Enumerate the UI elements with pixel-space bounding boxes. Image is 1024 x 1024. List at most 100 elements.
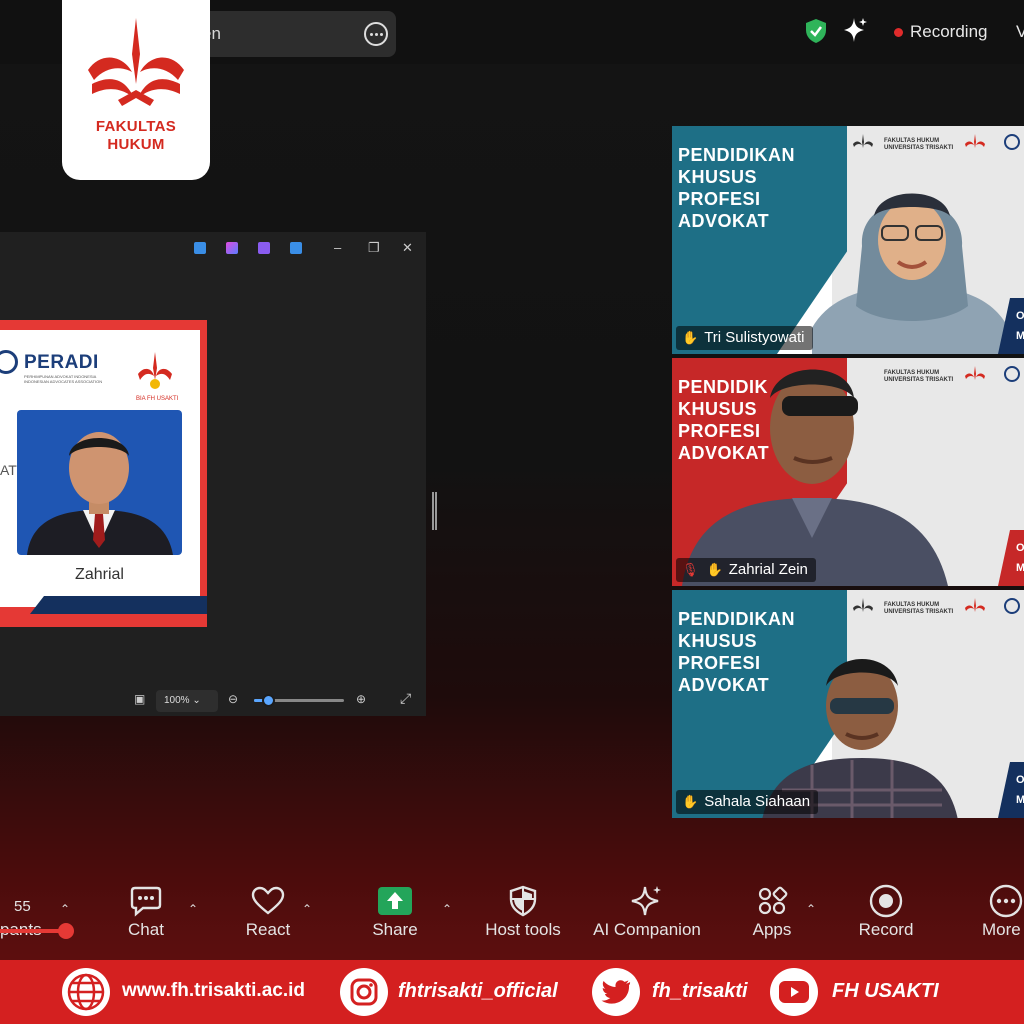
- recording-status[interactable]: Recording: [910, 22, 988, 42]
- more-label: More: [982, 920, 1021, 939]
- panel-resize-handle[interactable]: [432, 492, 437, 530]
- twitter-handle[interactable]: fh_trisakti: [652, 980, 748, 1003]
- presentation-slide: PERADI PERHIMPUNAN ADVOKAT INDONESIA IND…: [0, 320, 207, 627]
- chat-caret-icon[interactable]: ⌃: [188, 902, 198, 916]
- zoom-level-select[interactable]: 100% ⌄: [156, 690, 218, 712]
- ai-sparkle-icon[interactable]: [842, 16, 868, 44]
- app-icon-4[interactable]: [290, 242, 302, 254]
- speaker-portrait-icon: [27, 432, 173, 555]
- social-footer: www.fh.trisakti.ac.id fhtrisakti_officia…: [0, 960, 1024, 1024]
- participant-video-icon: [682, 369, 948, 586]
- fit-screen-icon[interactable]: ▣: [134, 692, 145, 706]
- peradi-globe-icon: [0, 350, 18, 374]
- peradi-globe-icon: [1004, 598, 1020, 614]
- share-label: Share: [372, 920, 418, 939]
- restore-icon[interactable]: ❐: [368, 240, 380, 256]
- host-tools-label: Host tools: [485, 920, 561, 939]
- host-tools-button[interactable]: Host tools: [478, 876, 568, 940]
- more-options-icon[interactable]: [364, 22, 388, 46]
- faculty-logo: FAKULTAS HUKUM: [62, 0, 210, 180]
- faculty-emblem-icon: [853, 598, 873, 612]
- participant-video-icon: [812, 193, 1012, 354]
- bia-emblem-icon: [965, 134, 985, 148]
- video-tile-sahala-siahaan[interactable]: PENDIDIKAN KHUSUS PROFESI ADVOKAT FAKULT…: [672, 590, 1024, 818]
- participants-progress-bar: [0, 929, 66, 933]
- pin-icon[interactable]: ✋: [682, 794, 698, 809]
- zoom-level-value: 100%: [164, 695, 190, 706]
- tile-header-text: FAKULTAS HUKUM UNIVERSITAS TRISAKTI: [884, 138, 954, 151]
- participants-progress-knob: [58, 923, 74, 939]
- shared-screen-window[interactable]: – ❐ ✕ PERADI PERHIMPUNAN ADVOKAT INDONES…: [0, 232, 426, 716]
- react-button[interactable]: React: [236, 876, 300, 940]
- heart-icon: [251, 886, 285, 915]
- apps-button[interactable]: Apps: [744, 876, 800, 940]
- zoom-out-icon[interactable]: ⊖: [228, 692, 238, 706]
- participants-caret-icon[interactable]: ⌃: [60, 902, 70, 916]
- youtube-icon[interactable]: [770, 968, 818, 1016]
- faculty-emblem-icon: [88, 18, 184, 106]
- peradi-globe-icon: [1004, 366, 1020, 382]
- record-label: Record: [858, 920, 914, 939]
- youtube-handle[interactable]: FH USAKTI: [832, 980, 939, 1003]
- logo-line-2: HUKUM: [107, 136, 165, 153]
- globe-icon[interactable]: [62, 968, 110, 1016]
- participant-name: Zahrial Zein: [728, 561, 808, 578]
- zoom-in-icon[interactable]: ⊕: [356, 692, 366, 706]
- tile-corner-text: O M: [1016, 774, 1024, 806]
- participant-name: Sahala Siahaan: [704, 793, 811, 810]
- pin-icon[interactable]: ✋: [707, 562, 723, 577]
- ai-companion-sparkle-icon: [631, 886, 661, 916]
- host-tools-shield-icon: [509, 885, 537, 917]
- apps-icon: [758, 886, 788, 915]
- app-icon-2[interactable]: [226, 242, 238, 254]
- share-screen-icon: [378, 887, 412, 915]
- faculty-emblem-icon: [853, 134, 873, 148]
- pin-icon[interactable]: ✋: [682, 330, 698, 345]
- tile-header-text: FAKULTAS HUKUM UNIVERSITAS TRISAKTI: [884, 602, 954, 615]
- app-icon-3[interactable]: [258, 242, 270, 254]
- react-caret-icon[interactable]: ⌃: [302, 902, 312, 916]
- more-icon: [989, 884, 1023, 918]
- speaker-photo: [17, 410, 182, 555]
- chat-icon: [130, 886, 162, 917]
- tile-corner-text: O M: [1016, 310, 1024, 342]
- peradi-globe-icon: [1004, 134, 1020, 150]
- apps-caret-icon[interactable]: ⌃: [806, 902, 816, 916]
- apps-label: Apps: [752, 920, 792, 939]
- video-tile-zahrial-zein[interactable]: PENDIDIK KHUSUS PROFESI ADVOKAT FAKULTAS…: [672, 358, 1024, 586]
- chat-label: Chat: [128, 920, 164, 939]
- tile-corner-text: O M: [1016, 542, 1024, 574]
- ai-companion-label: AI Companion: [593, 920, 701, 939]
- logo-line-1: FAKULTAS: [95, 118, 177, 135]
- instagram-icon[interactable]: [340, 968, 388, 1016]
- share-button[interactable]: Share: [364, 876, 426, 940]
- ai-companion-button[interactable]: AI Companion: [588, 876, 706, 940]
- more-button[interactable]: More: [982, 876, 1024, 940]
- twitter-icon[interactable]: [592, 968, 640, 1016]
- zoom-slider-handle[interactable]: [262, 694, 275, 707]
- website-link[interactable]: www.fh.trisakti.ac.id: [122, 980, 305, 1002]
- record-icon: [869, 884, 903, 918]
- video-tile-tri-sulistyowati[interactable]: PENDIDIKAN KHUSUS PROFESI ADVOKAT FAKULT…: [672, 126, 1024, 354]
- chat-button[interactable]: Chat: [116, 876, 176, 940]
- app-icon-1[interactable]: [194, 242, 206, 254]
- participant-name-tag: ✋ Sahala Siahaan: [676, 790, 819, 814]
- tile-banner-title: PENDIDIKAN KHUSUS PROFESI ADVOKAT: [678, 145, 796, 231]
- security-shield-icon[interactable]: [804, 18, 828, 44]
- window-titlebar: – ❐ ✕: [0, 232, 426, 264]
- bia-label: BIA FH USAKTI: [136, 396, 179, 402]
- share-caret-icon[interactable]: ⌃: [442, 902, 452, 916]
- participant-name-tag: 🎙 ✋ Zahrial Zein: [676, 558, 816, 582]
- minimize-icon[interactable]: –: [334, 240, 341, 255]
- view-button-partial[interactable]: V: [1016, 22, 1024, 42]
- react-label: React: [245, 920, 291, 939]
- expand-icon[interactable]: ⤢: [400, 690, 411, 707]
- peradi-subtitle: PERHIMPUNAN ADVOKAT INDONESIA INDONESIAN…: [24, 374, 103, 384]
- close-icon[interactable]: ✕: [402, 240, 413, 256]
- mic-muted-icon: 🎙: [682, 562, 699, 577]
- participant-name-tag: ✋ Tri Sulistyowati: [676, 326, 813, 350]
- instagram-handle[interactable]: fhtrisakti_official: [398, 980, 558, 1003]
- slide-partial-text: AT: [0, 462, 17, 478]
- record-button[interactable]: Record: [852, 876, 920, 940]
- bia-emblem-icon: [138, 352, 172, 389]
